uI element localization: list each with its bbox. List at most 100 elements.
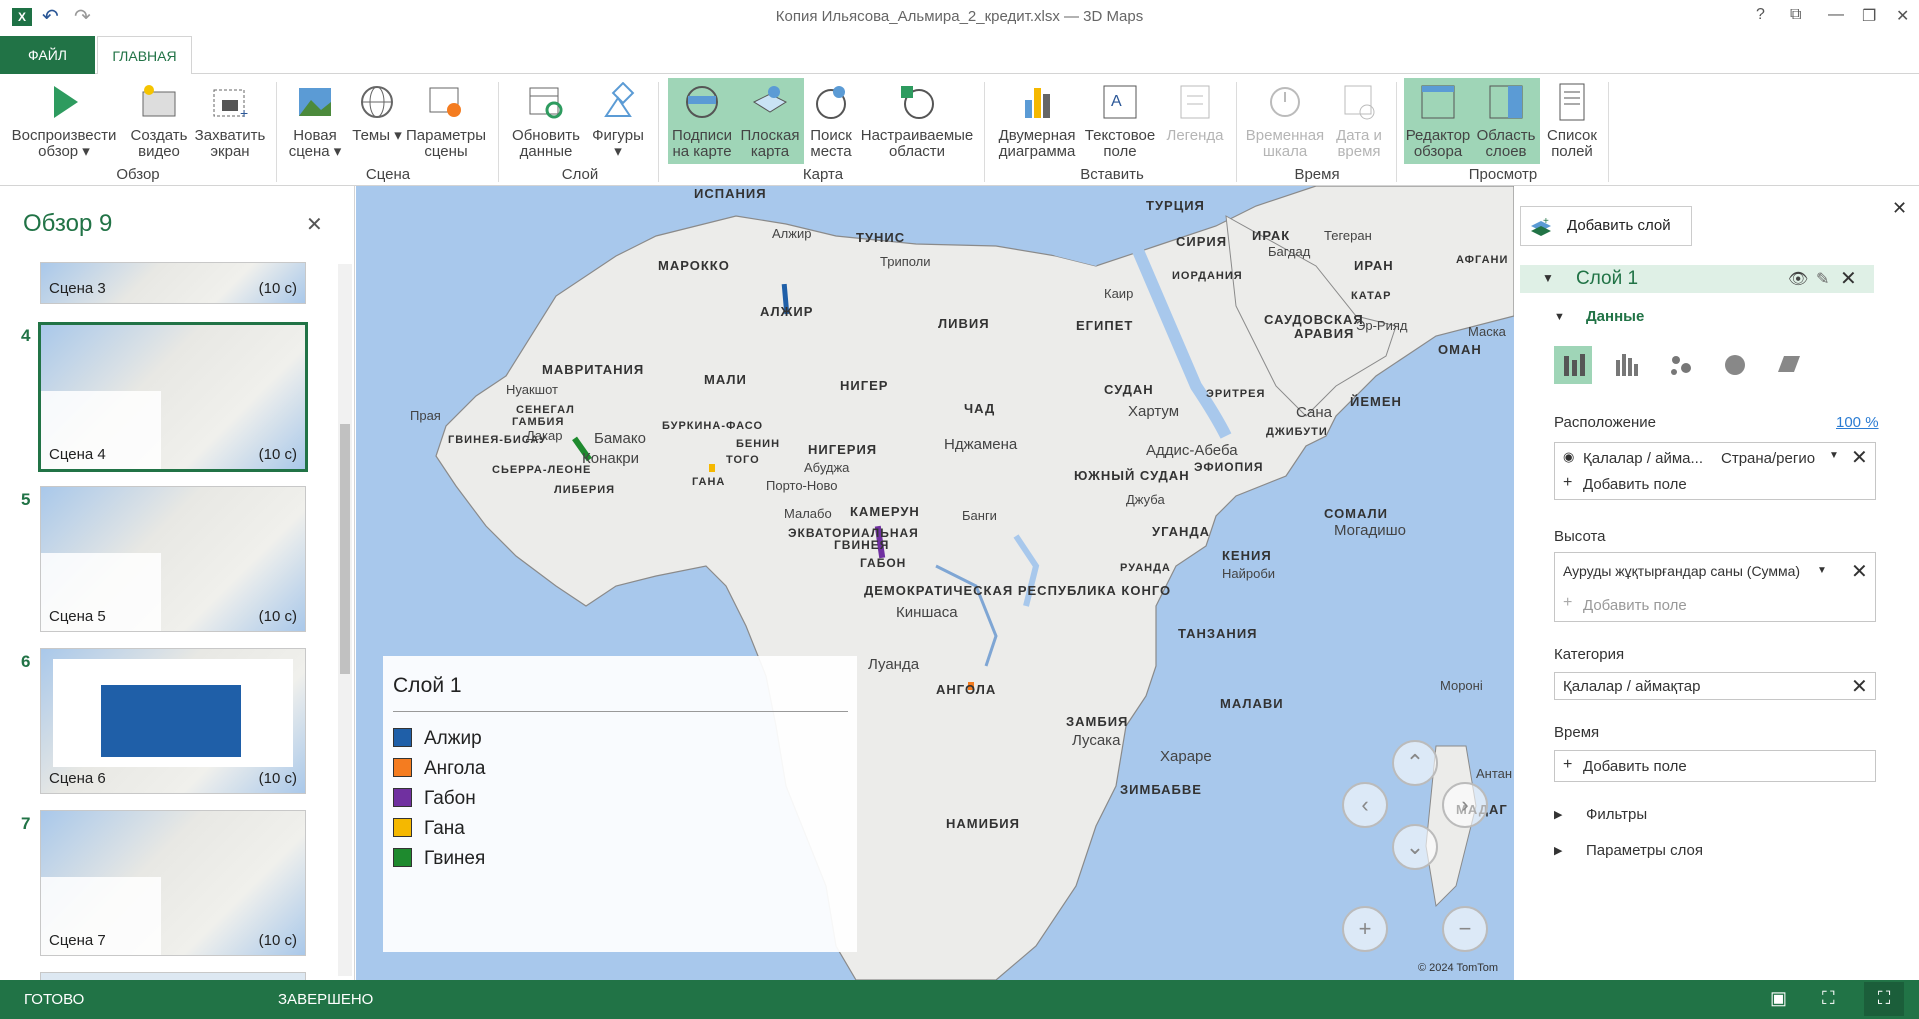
scenes-scrollbar[interactable] — [338, 264, 352, 976]
scene-thumbnail[interactable]: Сцена 6 (10 с) — [40, 648, 306, 794]
textbox-button[interactable]: A Текстовое поле — [1082, 78, 1158, 164]
map-legend[interactable]: Слой 1 Алжир Ангола Габон Гана Гвинея — [383, 656, 857, 952]
scene-thumbnail[interactable]: Сцена 3 (10 с) — [40, 262, 306, 304]
map-country-label: АРАВИЯ — [1294, 326, 1355, 341]
layer-params-section[interactable]: Параметры слоя — [1586, 842, 1703, 859]
bubble-icon[interactable] — [1662, 346, 1700, 384]
map-city-label: Тегеран — [1324, 228, 1372, 243]
map-country-label: АНГОЛА — [936, 682, 997, 697]
capture-screen-button[interactable]: + Захватить экран — [194, 78, 266, 164]
tab-file[interactable]: ФАЙЛ — [0, 36, 95, 74]
scrollbar-thumb[interactable] — [340, 424, 350, 674]
collapse-layer-icon[interactable]: ▼ — [1542, 271, 1554, 285]
eye-icon[interactable]: 👁 — [1788, 269, 1808, 289]
location-type-select[interactable]: Страна/регио — [1721, 450, 1815, 467]
tilt-down-button[interactable]: ⌄ — [1392, 824, 1438, 870]
delete-layer-icon[interactable]: ✕ — [1840, 266, 1857, 291]
height-field[interactable]: Ауруды жұқтырғандар саны (Сумма) — [1563, 563, 1800, 579]
screenshot-icon[interactable]: ▣ — [1770, 988, 1787, 1009]
flat-map-button[interactable]: Плоская карта — [736, 78, 804, 164]
clustered-column-icon[interactable] — [1608, 346, 1646, 384]
map-labels-button[interactable]: Подписи на карте — [668, 78, 736, 164]
layer-pane-button[interactable]: Область слоев — [1472, 78, 1540, 164]
map-country-label: НИГЕР — [840, 378, 889, 393]
fit-icon[interactable]: ⛶ — [1822, 988, 1835, 1009]
map-city-label: Джуба — [1126, 492, 1165, 507]
help-icon[interactable]: ? — [1756, 6, 1765, 24]
timeline-button[interactable]: Временная шкала — [1244, 78, 1326, 164]
title-bar: X ↶ ↷ Копия Ильясова_Альмира_2_кредит.xl… — [0, 0, 1919, 34]
time-field-box: + Добавить поле — [1554, 750, 1876, 782]
find-place-button[interactable]: Поиск места — [806, 78, 856, 164]
location-percent[interactable]: 100 % — [1836, 414, 1879, 431]
close-tour-panel-icon[interactable]: ✕ — [306, 212, 323, 237]
fullscreen-icon[interactable]: ⧉ — [1790, 6, 1801, 24]
time-add-field[interactable]: Добавить поле — [1583, 758, 1687, 775]
map-country-label: ЕГИПЕТ — [1076, 318, 1134, 333]
minimize-icon[interactable]: — — [1828, 6, 1844, 24]
map-city-label: Абуджа — [804, 460, 850, 475]
chart2d-button[interactable]: Двумерная диаграмма — [994, 78, 1080, 164]
map-country-label: ГАБОН — [860, 556, 907, 570]
refresh-data-button[interactable]: Обновить данные — [506, 78, 586, 164]
location-field[interactable]: Қалалар / айма... — [1583, 450, 1703, 467]
dropdown-icon[interactable]: ▼ — [1829, 450, 1839, 461]
add-layer-button[interactable]: + Добавить слой — [1520, 206, 1692, 246]
expand-layer-params-icon[interactable]: ▶ — [1554, 844, 1562, 857]
heatmap-icon[interactable] — [1716, 346, 1754, 384]
height-add-field[interactable]: Добавить поле — [1583, 597, 1687, 614]
rotate-right-button[interactable]: › — [1442, 782, 1488, 828]
category-field[interactable]: Қалалар / аймақтар — [1563, 678, 1700, 695]
data-bar-ghana[interactable] — [709, 464, 715, 472]
region-icon[interactable] — [1770, 346, 1808, 384]
legend-divider — [393, 711, 848, 712]
close-window-icon[interactable]: ✕ — [1896, 6, 1909, 26]
map-country-label: ДЖИБУТИ — [1266, 426, 1328, 438]
map-country-label: СЬЕРРА-ЛЕОНЕ — [492, 464, 592, 476]
map-city-label: Каир — [1104, 286, 1134, 301]
datetime-button[interactable]: Дата и время — [1328, 78, 1390, 164]
field-list-icon — [1552, 82, 1592, 122]
custom-regions-button[interactable]: Настраиваемые области — [858, 78, 976, 164]
field-list-button[interactable]: Список полей — [1542, 78, 1602, 164]
radio-icon[interactable]: ◉ — [1563, 449, 1574, 465]
scene-params-button[interactable]: Параметры сцены — [404, 78, 488, 164]
scene-thumbnail[interactable]: Сцена 7 (10 с) — [40, 810, 306, 956]
close-layer-pane-icon[interactable]: ✕ — [1892, 198, 1907, 219]
rename-layer-icon[interactable]: ✎ — [1816, 269, 1829, 289]
refresh-icon — [526, 82, 566, 122]
location-add-field[interactable]: Добавить поле — [1583, 476, 1687, 493]
scene-thumbnail-active[interactable]: Сцена 4 (10 с) — [38, 322, 308, 472]
zoom-in-button[interactable]: + — [1342, 906, 1388, 952]
rotate-left-button[interactable]: ‹ — [1342, 782, 1388, 828]
dropdown-icon[interactable]: ▼ — [1817, 565, 1827, 576]
new-scene-button[interactable]: Новая сцена ▾ — [284, 78, 346, 164]
layer-header[interactable]: ▼ Слой 1 👁 ✎ ✕ — [1520, 265, 1874, 293]
remove-location-icon[interactable]: ✕ — [1851, 445, 1868, 470]
remove-height-icon[interactable]: ✕ — [1851, 559, 1868, 584]
shapes-button[interactable]: Фигуры ▾ — [590, 78, 646, 164]
legend-button[interactable]: Легенда — [1160, 78, 1230, 164]
remove-category-icon[interactable]: ✕ — [1851, 674, 1868, 699]
scene-thumbnail[interactable]: Сцена 5 (10 с) — [40, 486, 306, 632]
scene-number: 5 — [21, 490, 31, 509]
create-video-button[interactable]: Создать видео — [124, 78, 194, 164]
collapse-data-icon[interactable]: ▼ — [1554, 311, 1565, 323]
tab-home[interactable]: ГЛАВНАЯ — [97, 36, 192, 75]
filters-section[interactable]: Фильтры — [1586, 806, 1647, 823]
map-country-label: ГАНА — [692, 476, 726, 488]
themes-button[interactable]: Темы ▾ — [350, 78, 404, 164]
status-bar: ГОТОВО ЗАВЕРШЕНО ▣ ⛶ ⛶ — [0, 980, 1919, 1019]
play-tour-button[interactable]: Воспроизвести обзор ▾ — [10, 78, 118, 164]
restore-icon[interactable]: ❐ — [1862, 6, 1876, 26]
map-country-label: САУДОВСКАЯ — [1264, 312, 1364, 327]
fullscreen-toggle-icon[interactable]: ⛶ — [1864, 982, 1904, 1016]
tour-editor-button[interactable]: Редактор обзора — [1404, 78, 1472, 164]
tilt-up-button[interactable]: ⌃ — [1392, 740, 1438, 786]
expand-filters-icon[interactable]: ▶ — [1554, 808, 1562, 821]
map-country-label: ЗИМБАБВЕ — [1120, 782, 1202, 797]
map-canvas[interactable]: ИСПАНИЯ ТУНИС МАРОККО АЛЖИР ЛИВИЯ ЕГИПЕТ… — [356, 186, 1514, 980]
map-country-label: АФГАНИ — [1456, 254, 1509, 266]
zoom-out-button[interactable]: − — [1442, 906, 1488, 952]
stacked-column-icon[interactable] — [1554, 346, 1592, 384]
